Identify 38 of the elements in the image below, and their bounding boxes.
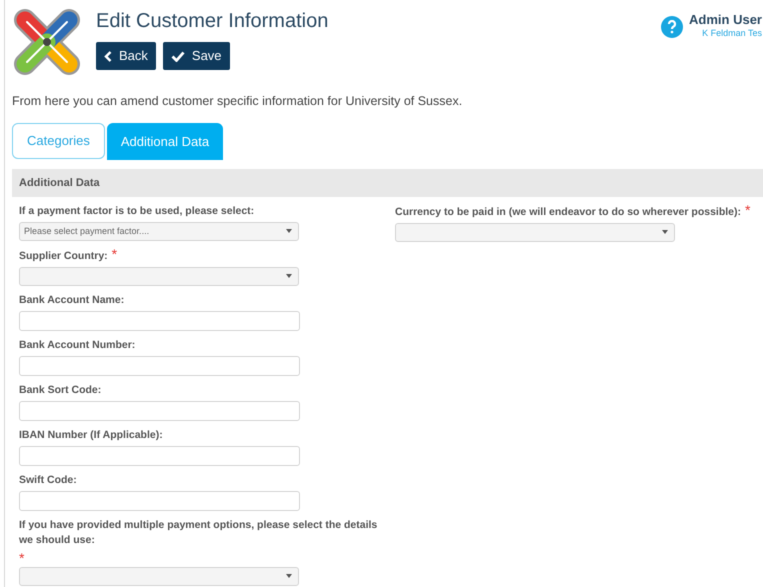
required-marker: * [112, 248, 118, 260]
logo-icon [13, 8, 81, 76]
field-label: If you have provided multiple payment options, please select the details we should use: [19, 518, 378, 548]
field-label: Bank Sort Code: [19, 382, 102, 398]
checkmark-icon [170, 50, 185, 62]
user-name: Admin User [689, 12, 762, 28]
input-field[interactable] [19, 446, 300, 466]
intro-text: From here you can amend customer specific information for University of Sussex. [12, 93, 464, 110]
dropdown-field[interactable] [19, 566, 299, 586]
dropdown-field[interactable]: Please select payment factor.... [19, 222, 299, 241]
input-field[interactable] [19, 400, 300, 421]
user-subtitle: K Feldman Tes [702, 28, 762, 39]
field-label: Bank Account Number: [19, 338, 136, 353]
field-label: Bank Account Name: [19, 292, 124, 308]
dropdown-placeholder: Please select payment factor.... [24, 224, 150, 238]
input-field[interactable] [19, 356, 300, 376]
page-title: Edit Customer Information [96, 9, 328, 34]
chevron-left-icon [104, 50, 112, 62]
save-button[interactable]: Save [162, 42, 230, 70]
required-marker: * [19, 552, 24, 564]
back-button[interactable]: Back [96, 42, 156, 70]
field-label: If a payment factor is to be used, please select: [19, 204, 254, 219]
input-field[interactable] [19, 490, 300, 511]
caret-icon [286, 574, 292, 578]
field-label: Swift Code: [19, 472, 77, 488]
panel-title: Additional Data [19, 176, 100, 190]
tab[interactable]: Categories [12, 122, 105, 159]
required-marker: * [745, 204, 750, 216]
input-field[interactable] [19, 310, 300, 331]
field-label: IBAN Number (If Applicable): [19, 428, 163, 443]
dropdown-field[interactable] [395, 222, 675, 242]
caret-icon [286, 229, 292, 234]
dropdown-field[interactable] [19, 266, 299, 286]
help-icon[interactable] [661, 16, 684, 38]
field-label: Supplier Country: [19, 248, 108, 264]
caret-icon [662, 230, 668, 234]
caret-icon [286, 274, 292, 278]
field-label: Currency to be paid in (we will endeavor to do so wherever possible): [395, 204, 741, 220]
